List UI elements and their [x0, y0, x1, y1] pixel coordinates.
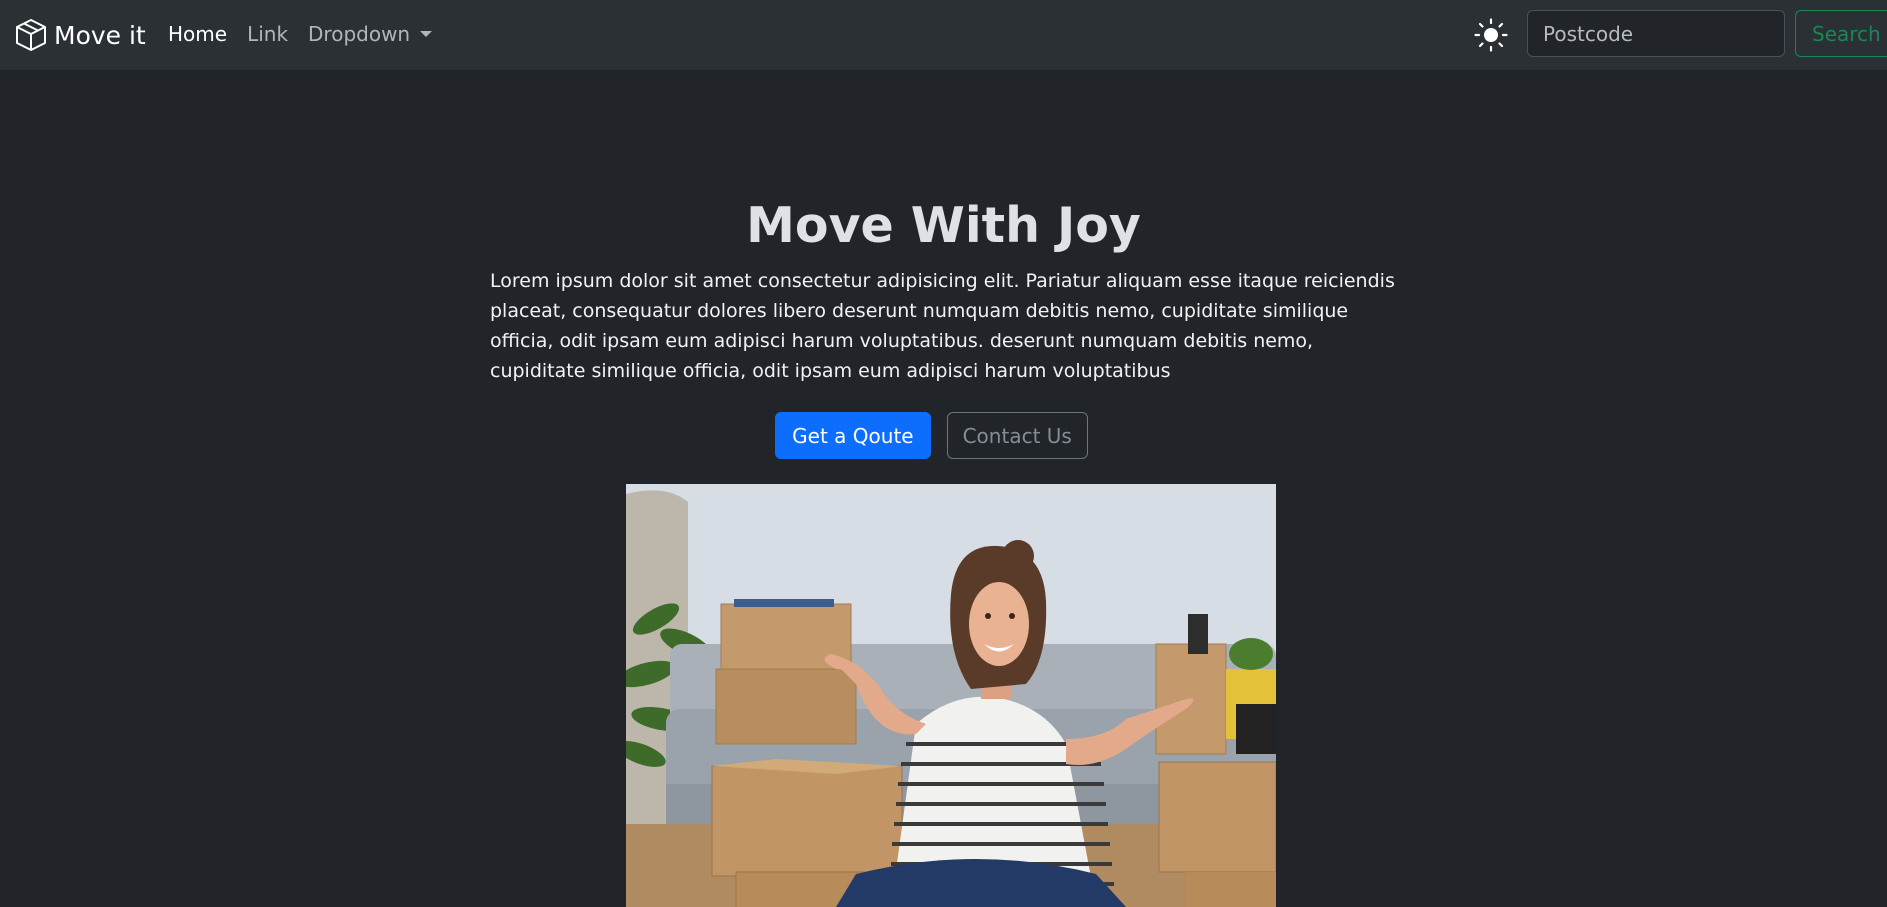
search-button[interactable]: Search: [1795, 10, 1887, 57]
nav-link-home[interactable]: Home: [168, 19, 237, 49]
brand-link[interactable]: Move it: [14, 16, 146, 54]
nav-dropdown-label: Dropdown: [308, 22, 411, 46]
box-icon: [14, 18, 48, 52]
theme-toggle-button[interactable]: [1472, 17, 1510, 53]
chevron-down-icon: [420, 31, 433, 37]
hero-lead-text: Lorem ipsum dolor sit amet consectetur a…: [490, 270, 1395, 382]
hero-image: [626, 484, 1276, 907]
get-quote-button[interactable]: Get a Qoute: [775, 412, 931, 459]
hero-title: Move With Joy: [746, 197, 1141, 254]
nav-link-link[interactable]: Link: [237, 19, 298, 49]
contact-us-button[interactable]: Contact Us: [946, 412, 1088, 459]
nav-links: Home Link Dropdown: [168, 19, 442, 49]
brand-name: Move it: [54, 20, 146, 50]
hero-button-group: Get a Qoute Contact Us: [0, 412, 1887, 459]
postcode-search-input[interactable]: [1527, 10, 1785, 57]
sun-icon: [1474, 18, 1508, 52]
top-navbar: Move it Home Link Dropdown Search: [0, 0, 1887, 70]
nav-dropdown-toggle[interactable]: Dropdown: [298, 19, 442, 49]
